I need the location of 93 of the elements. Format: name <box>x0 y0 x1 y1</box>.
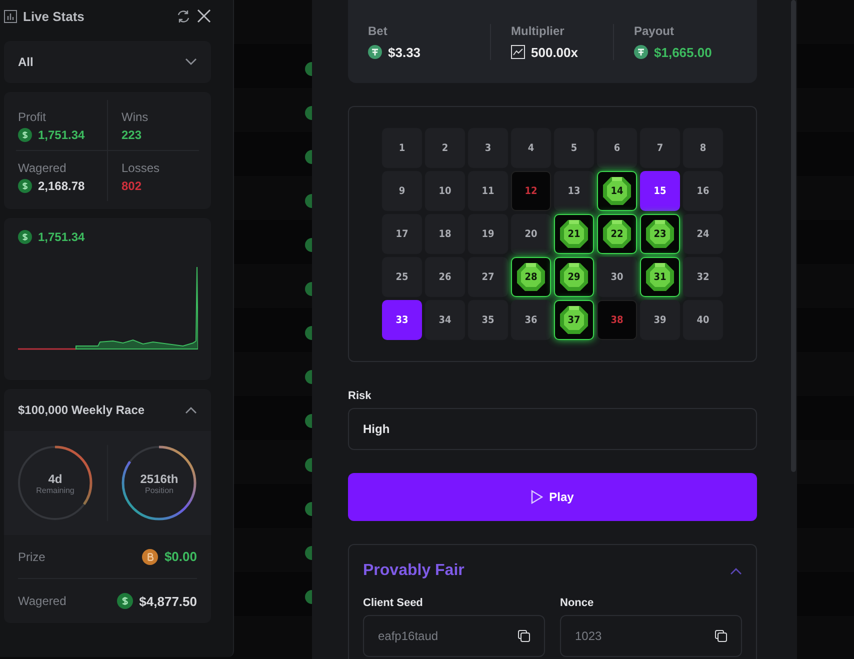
race-label: Prize <box>18 550 46 564</box>
play-button[interactable]: Play <box>348 473 757 521</box>
number-tile[interactable]: 40 <box>683 300 723 340</box>
ring-value: 4d <box>48 472 62 486</box>
number-tile[interactable]: 22 <box>597 214 637 254</box>
number-tile[interactable]: 27 <box>468 257 508 297</box>
race-value: $0.00 <box>164 549 197 564</box>
gem-icon <box>559 305 589 335</box>
summary-value: $1,665.00 <box>654 44 712 60</box>
race-value: $4,877.50 <box>139 594 197 608</box>
gem-icon <box>602 219 632 249</box>
summary-label: Bet <box>368 24 388 38</box>
section-title: Provably Fair <box>363 562 464 580</box>
number-tile[interactable]: 6 <box>597 128 637 168</box>
field-label: Nonce <box>560 597 595 609</box>
number-tile[interactable]: 2 <box>425 128 465 168</box>
copy-icon[interactable] <box>518 630 530 642</box>
number-tile[interactable]: 23 <box>640 214 680 254</box>
gem-icon <box>516 262 546 292</box>
seed-field[interactable]: 1023 <box>560 615 742 657</box>
number-tile[interactable]: 17 <box>382 214 422 254</box>
gem-icon <box>559 262 589 292</box>
number-tile[interactable]: 24 <box>683 214 723 254</box>
risk-label: Risk <box>348 390 372 402</box>
profit-value: 1,751.34 <box>38 230 85 244</box>
number-tile[interactable]: 31 <box>640 257 680 297</box>
number-tile[interactable]: 7 <box>640 128 680 168</box>
ring-label: Position <box>145 486 174 494</box>
number-tile[interactable]: 12 <box>511 171 551 211</box>
number-tile[interactable]: 19 <box>468 214 508 254</box>
stat-value: 802 <box>122 179 142 193</box>
number-tile[interactable]: 25 <box>382 257 422 297</box>
filter-dropdown[interactable]: All <box>4 41 211 83</box>
race-title: $100,000 Weekly Race <box>18 403 145 417</box>
number-tile[interactable]: 34 <box>425 300 465 340</box>
number-tile[interactable]: 3 <box>468 128 508 168</box>
summary-label: Multiplier <box>511 24 566 38</box>
close-icon[interactable] <box>197 9 211 23</box>
chevron-up-icon[interactable] <box>185 406 197 414</box>
number-tile[interactable]: 1 <box>382 128 422 168</box>
number-tile[interactable]: 36 <box>511 300 551 340</box>
stat-value: 1,751.34 <box>38 128 85 142</box>
scrollbar[interactable] <box>791 0 796 472</box>
ring-value: 2516th <box>140 472 178 486</box>
stat-label: Losses <box>122 161 161 175</box>
stat-label: Wins <box>122 110 150 124</box>
number-tile[interactable]: 18 <box>425 214 465 254</box>
number-tile[interactable]: 11 <box>468 171 508 211</box>
number-tile[interactable]: 29 <box>554 257 594 297</box>
refresh-icon[interactable] <box>176 8 191 24</box>
seed-field[interactable]: eafp16taud <box>363 615 545 657</box>
dollar-coin-icon <box>18 230 32 244</box>
number-tile[interactable]: 26 <box>425 257 465 297</box>
number-tile[interactable]: 9 <box>382 171 422 211</box>
number-tile[interactable]: 5 <box>554 128 594 168</box>
number-tile[interactable]: 28 <box>511 257 551 297</box>
number-tile[interactable]: 10 <box>425 171 465 211</box>
number-tile[interactable]: 8 <box>683 128 723 168</box>
race-label: Wagered <box>18 594 66 608</box>
copy-icon[interactable] <box>715 630 727 642</box>
number-tile[interactable]: 16 <box>683 171 723 211</box>
stat-value: 223 <box>122 128 142 142</box>
number-tile[interactable]: 38 <box>597 300 637 340</box>
chevron-up-icon[interactable] <box>730 567 742 575</box>
number-tile[interactable]: 35 <box>468 300 508 340</box>
field-label: Client Seed <box>363 597 424 609</box>
number-tile[interactable]: 37 <box>554 300 594 340</box>
stat-label: Profit <box>18 110 48 124</box>
risk-select[interactable]: High <box>348 408 757 450</box>
gem-icon <box>602 176 632 206</box>
number-tile[interactable]: 15 <box>640 171 680 211</box>
stat-label: Wagered <box>18 161 68 175</box>
gem-icon <box>559 219 589 249</box>
number-tile[interactable]: 13 <box>554 171 594 211</box>
number-tile[interactable]: 20 <box>511 214 551 254</box>
bar-chart-icon <box>4 10 17 22</box>
number-tile[interactable]: 21 <box>554 214 594 254</box>
number-tile[interactable]: 39 <box>640 300 680 340</box>
play-icon <box>531 490 544 504</box>
number-tile[interactable]: 33 <box>382 300 422 340</box>
summary-value: 500.00x <box>531 44 578 60</box>
panel-title: Live Stats <box>23 8 86 24</box>
number-tile[interactable]: 30 <box>597 257 637 297</box>
chevron-down-icon[interactable] <box>185 58 197 66</box>
stat-value: 2,168.78 <box>38 179 85 193</box>
number-tile[interactable]: 14 <box>597 171 637 211</box>
summary-value: $3.33 <box>388 44 421 60</box>
gem-icon <box>645 262 675 292</box>
number-tile[interactable]: 32 <box>683 257 723 297</box>
number-tile[interactable]: 4 <box>511 128 551 168</box>
ring-label: Remaining <box>36 486 74 494</box>
summary-label: Payout <box>634 24 676 38</box>
gem-icon <box>645 219 675 249</box>
